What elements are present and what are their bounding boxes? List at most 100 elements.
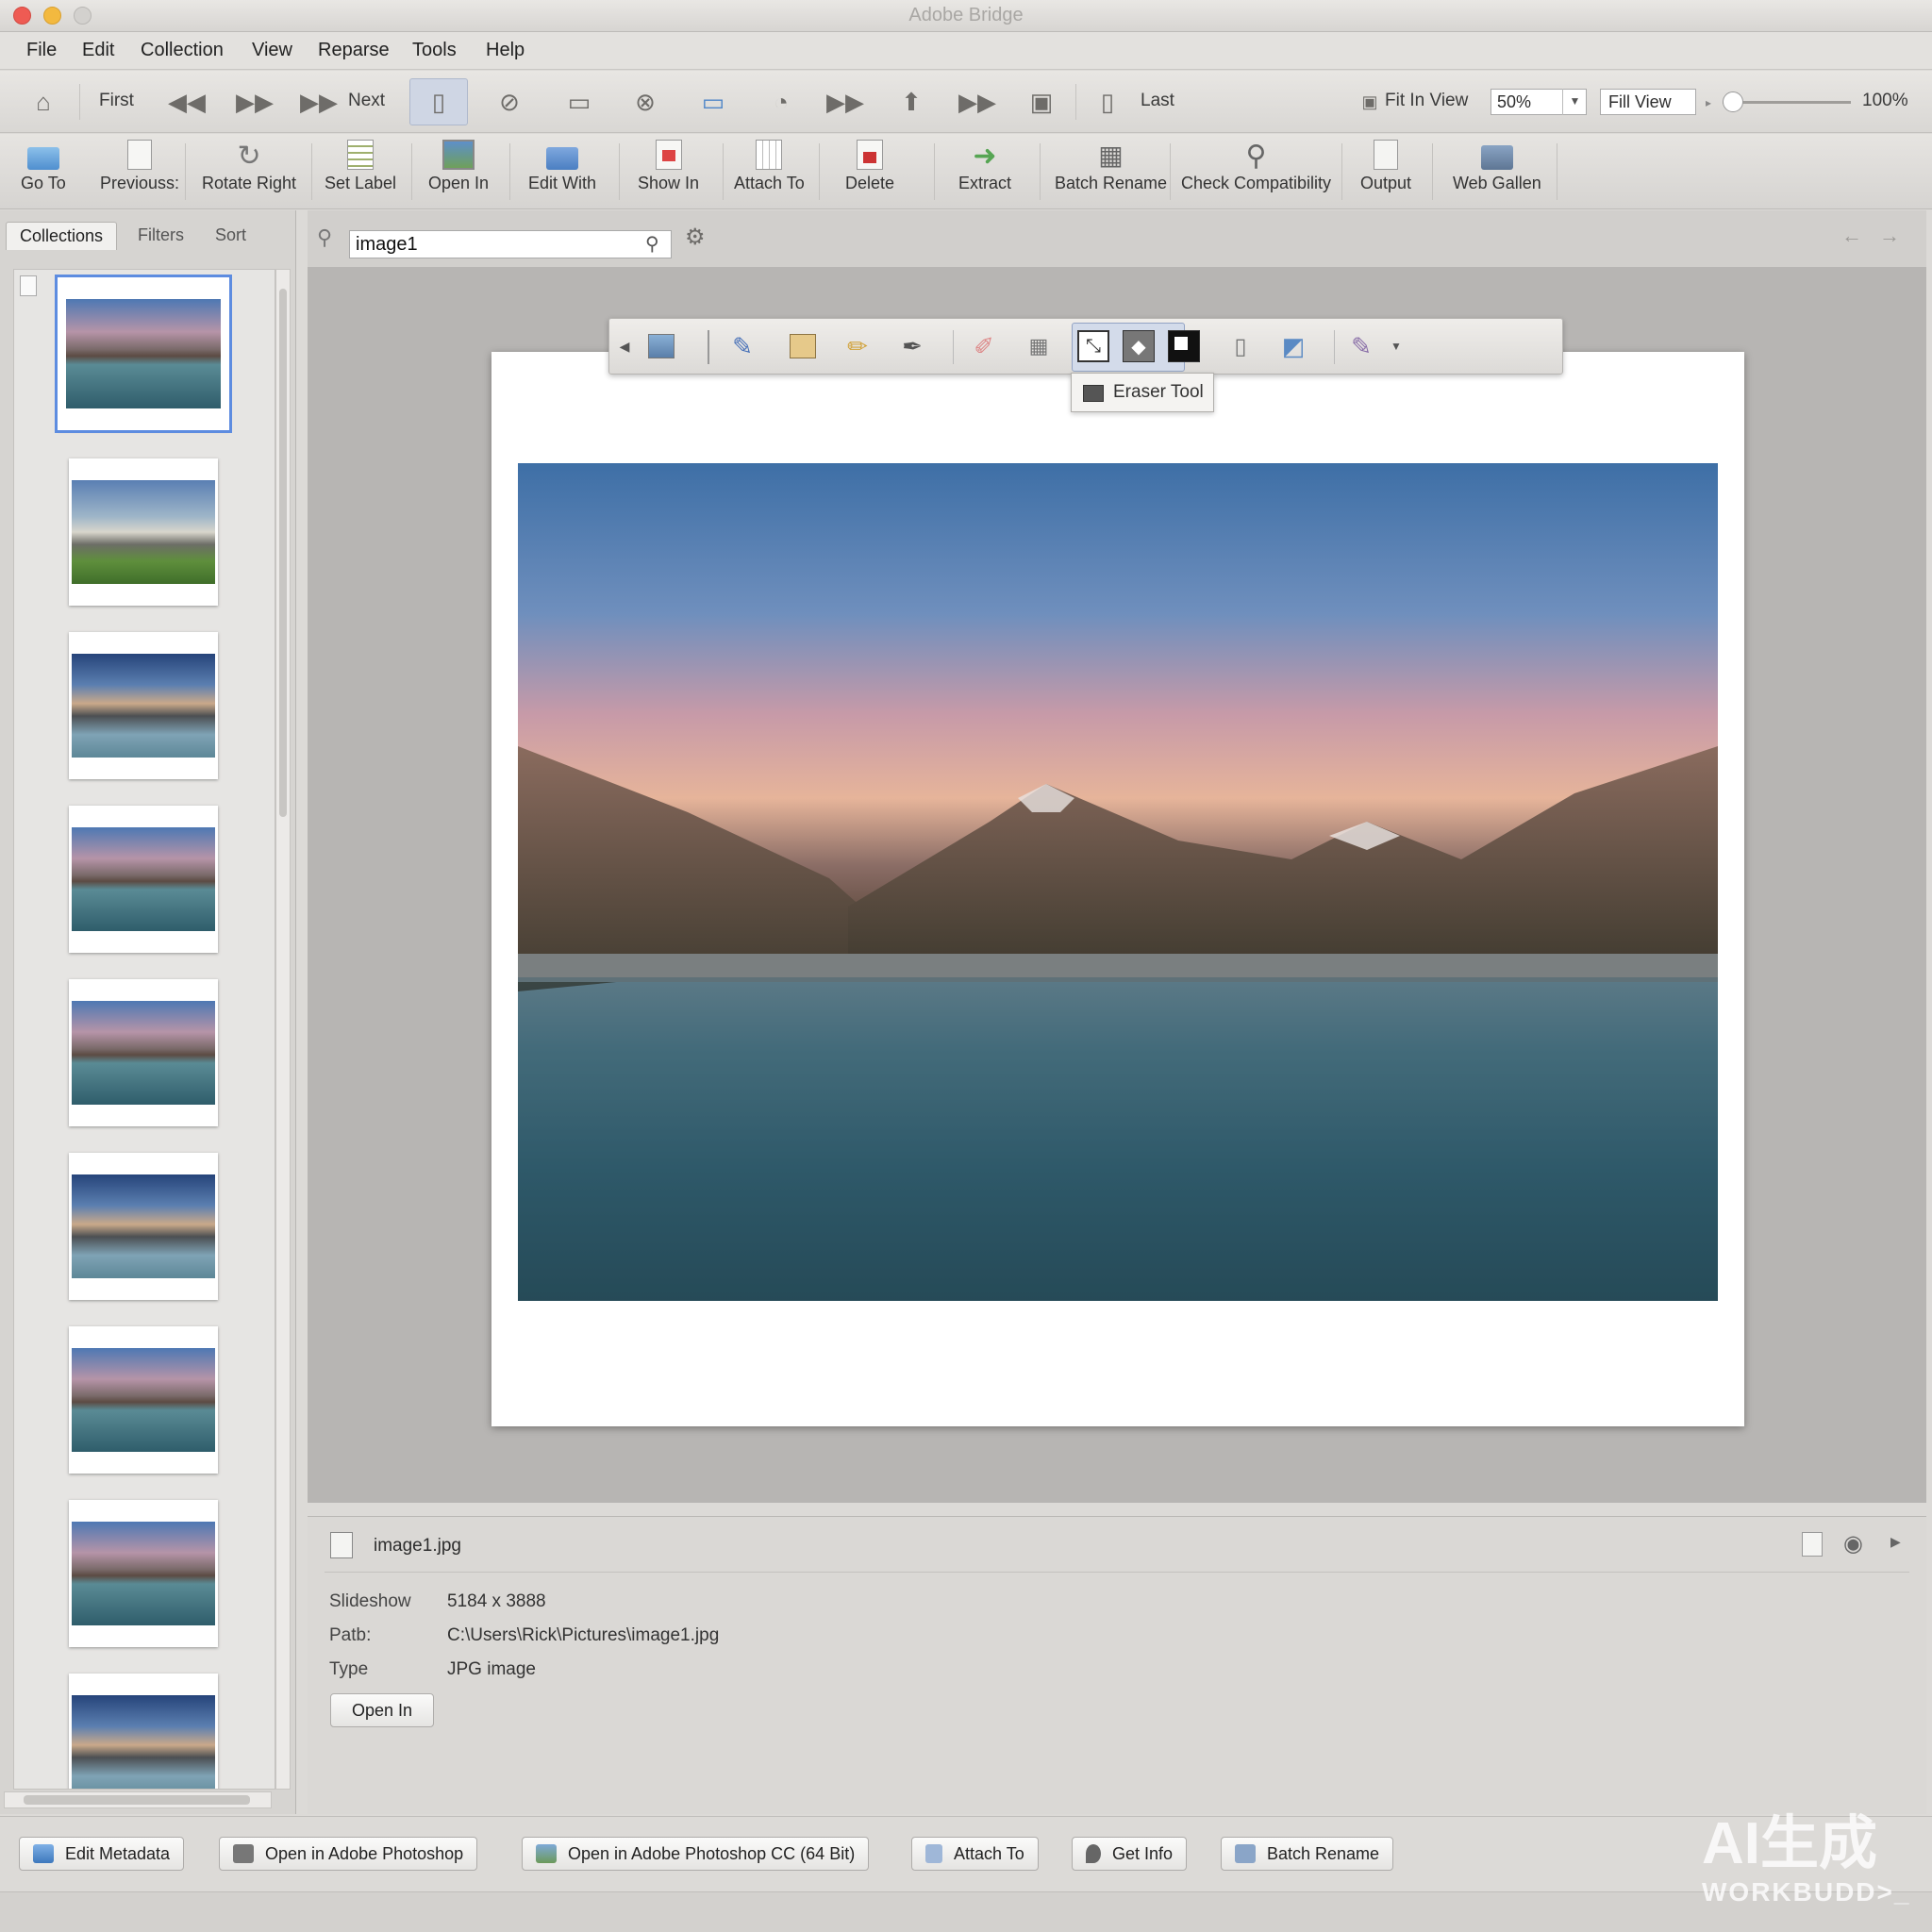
thumbnail[interactable]: [69, 1326, 218, 1474]
divider: [325, 1572, 1909, 1573]
extract-button[interactable]: ➜ Extract: [958, 140, 1011, 193]
menu-bar: File Edit Collection View Reparse Tools …: [0, 32, 1932, 70]
thumbnail-image: [72, 1522, 215, 1625]
last-button[interactable]: Last: [1141, 91, 1174, 111]
thumbnail[interactable]: [69, 1153, 218, 1300]
get-info-button[interactable]: Get Info: [1072, 1837, 1188, 1871]
sync-icon[interactable]: ◉: [1843, 1530, 1863, 1557]
menu-tools[interactable]: Tools: [412, 40, 457, 61]
go-to-button[interactable]: Go To: [21, 140, 66, 193]
output-icon: [1374, 140, 1399, 170]
mask-tool-icon[interactable]: [1168, 330, 1200, 362]
thumbnail[interactable]: [55, 275, 232, 433]
tooltip-label: Eraser Tool: [1113, 382, 1204, 402]
menu-edit[interactable]: Edit: [82, 40, 114, 61]
button-label: Batch Rename: [1267, 1843, 1380, 1863]
rotate-right-button[interactable]: ↻ Rotate Right: [202, 140, 296, 193]
button-label: Open in Adobe Photoshop CC (64 Bit): [568, 1843, 856, 1863]
thumbnail[interactable]: [69, 806, 218, 953]
tab-sort[interactable]: Sort: [202, 222, 259, 250]
delete-button[interactable]: Delete: [845, 140, 894, 193]
cancel-icon[interactable]: ⊗: [625, 78, 666, 125]
document-icon[interactable]: ▯: [409, 78, 468, 125]
clipboard-icon[interactable]: [787, 330, 819, 362]
document-edit-icon[interactable]: ▯: [1224, 330, 1257, 362]
play-icon[interactable]: ▶▶: [824, 78, 866, 125]
tab-filters[interactable]: Filters: [125, 222, 197, 250]
previous-icon[interactable]: ◀◀: [168, 78, 206, 125]
scrollbar-thumb[interactable]: [279, 289, 287, 817]
collapse-arrow-icon[interactable]: ◀: [615, 330, 634, 362]
open-in-button[interactable]: Open In: [428, 140, 489, 193]
menu-reparse[interactable]: Reparse: [318, 40, 390, 61]
magnifier-icon: ⚲: [1245, 141, 1267, 172]
next-button[interactable]: Next: [348, 91, 385, 111]
attach-to-button[interactable]: Attach To: [911, 1837, 1039, 1871]
expand-arrow-icon[interactable]: ▶: [1890, 1534, 1901, 1550]
search-document-icon[interactable]: ◔: [760, 78, 802, 125]
zoom-slider-handle[interactable]: [1723, 92, 1743, 112]
chevron-down-icon[interactable]: ▼: [1387, 330, 1406, 362]
set-label-button[interactable]: Set Label: [325, 140, 396, 193]
separator: [79, 84, 80, 120]
open-in-photoshop-cc-button[interactable]: Open in Adobe Photoshop CC (64 Bit): [522, 1837, 870, 1871]
home-icon[interactable]: ⌂: [21, 78, 66, 125]
horizontal-scrollbar[interactable]: [4, 1791, 272, 1808]
marker-icon[interactable]: ✒: [896, 330, 928, 362]
eraser-pencil-icon[interactable]: ✐: [968, 330, 1000, 362]
upload-icon[interactable]: ⬆: [891, 78, 932, 125]
thumbnail[interactable]: [69, 979, 218, 1126]
lasso-icon[interactable]: ⊘: [489, 78, 530, 125]
image-icon[interactable]: ▣: [1021, 78, 1062, 125]
web-gallery-button[interactable]: Web Gallen: [1453, 140, 1541, 193]
next-icon[interactable]: ▶▶: [300, 78, 338, 125]
vertical-scrollbar[interactable]: [275, 269, 291, 1790]
edit-with-button[interactable]: Edit With: [528, 140, 596, 193]
page-icon[interactable]: ▯: [1089, 78, 1126, 125]
fit-in-view-button[interactable]: Fit In View: [1385, 91, 1468, 111]
open-in-button[interactable]: Open In: [330, 1693, 435, 1727]
forward-icon[interactable]: ▶▶: [236, 78, 274, 125]
menu-file[interactable]: File: [26, 40, 57, 61]
thumbnail[interactable]: [69, 458, 218, 606]
attach-to-button[interactable]: Attach To: [734, 140, 805, 193]
forward-arrow-icon[interactable]: →: [1879, 224, 1900, 248]
search-input[interactable]: [349, 230, 672, 258]
first-button[interactable]: First: [99, 91, 134, 111]
thumbnail[interactable]: [69, 632, 218, 779]
rotate-icon: ↻: [237, 141, 261, 172]
separator: [1170, 143, 1171, 200]
check-compatibility-button[interactable]: ⚲ Check Compatibility: [1181, 140, 1331, 193]
previous-button[interactable]: Previouss:: [100, 140, 179, 193]
shapes-icon[interactable]: ◩: [1277, 330, 1309, 362]
output-button[interactable]: Output: [1360, 140, 1411, 193]
folder-icon[interactable]: ▭: [558, 78, 600, 125]
chevron-down-icon[interactable]: ▼: [1562, 89, 1587, 115]
image-stack-icon[interactable]: [645, 330, 677, 362]
pen-icon[interactable]: ✎: [726, 330, 758, 362]
thumbnail[interactable]: [69, 1500, 218, 1647]
fill-view-select[interactable]: Fill View: [1600, 89, 1696, 115]
fast-forward-icon[interactable]: ▶▶: [957, 78, 998, 125]
edit-metadata-button[interactable]: Edit Metadata: [19, 1837, 185, 1871]
page-icon[interactable]: [1802, 1532, 1823, 1557]
tab-collections[interactable]: Collections: [6, 222, 118, 250]
open-in-photoshop-button[interactable]: Open in Adobe Photoshop: [219, 1837, 478, 1871]
eraser-tool-icon[interactable]: ◆: [1123, 330, 1155, 362]
highlighter-icon[interactable]: ✎: [1345, 330, 1377, 362]
search-field-icon[interactable]: ⚲: [645, 232, 659, 256]
menu-help[interactable]: Help: [486, 40, 525, 61]
menu-collection[interactable]: Collection: [141, 40, 224, 61]
grid-icon[interactable]: ▦: [1023, 330, 1055, 362]
back-arrow-icon[interactable]: ←: [1841, 224, 1862, 248]
batch-rename-button[interactable]: Batch Rename: [1221, 1837, 1394, 1871]
crop-tool-icon[interactable]: ⤡: [1077, 330, 1109, 362]
pencil-icon[interactable]: ✏: [841, 330, 874, 362]
menu-view[interactable]: View: [252, 40, 292, 61]
thumbnail[interactable]: [69, 1674, 218, 1789]
open-folder-icon[interactable]: ▭: [692, 78, 734, 125]
show-in-button[interactable]: Show In: [638, 140, 699, 193]
settings-gear-icon[interactable]: ⚙: [685, 224, 706, 251]
scrollbar-thumb[interactable]: [24, 1795, 250, 1805]
batch-rename-button[interactable]: ▦ Batch Rename: [1055, 140, 1167, 193]
